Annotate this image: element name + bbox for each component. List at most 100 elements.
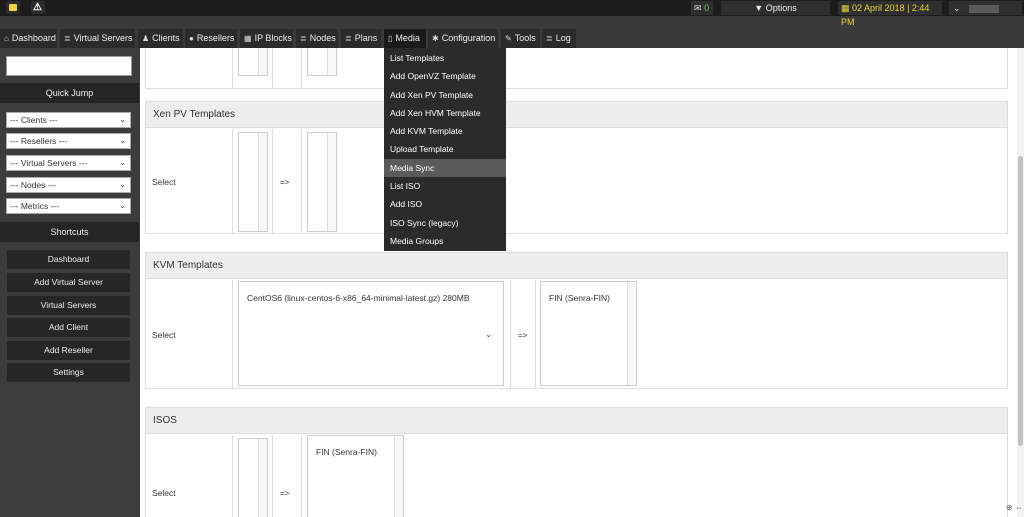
menu-add-xen-hvm-template[interactable]: Add Xen HVM Template — [384, 104, 506, 122]
mail-button[interactable]: ✉ 0 — [691, 1, 713, 15]
cell-divider — [301, 48, 302, 88]
listbox-scrollbar[interactable] — [258, 48, 267, 75]
select-value: --- Nodes --- — [10, 180, 57, 190]
xen-pv-select-label: Select — [152, 177, 176, 187]
main-nav: ⌂ Dashboard ≣ Virtual Servers ♟ Clients ● Re… — [0, 27, 1024, 48]
isos-target-option[interactable]: FIN (Senra-FIN) — [316, 447, 377, 457]
listbox-scrollbar[interactable] — [258, 439, 267, 517]
list-icon: ≣ — [345, 34, 352, 43]
virtual-servers-select[interactable]: --- Virtual Servers --- ⌄ — [6, 155, 131, 171]
nav-label: Dashboard — [11, 33, 56, 43]
nav-dashboard[interactable]: ⌂ Dashboard — [0, 29, 57, 48]
nav-label: Plans — [354, 33, 378, 43]
kvm-source-option[interactable]: CentOS6 (linux-centos-6-x86_64-minimal-l… — [247, 293, 470, 303]
nav-label: Configuration — [441, 33, 496, 43]
cell-divider — [535, 280, 536, 388]
nav-nodes[interactable]: ≣ Nodes — [296, 29, 338, 48]
kvm-target-option[interactable]: FIN (Senra-FIN) — [549, 293, 610, 303]
shortcut-add-reseller[interactable]: Add Reseller — [7, 341, 130, 360]
warning-icon[interactable]: ⚠ — [31, 1, 45, 14]
kvm-source-select[interactable]: CentOS6 (linux-centos-6-x86_64-minimal-l… — [238, 281, 504, 386]
media-dropdown-menu: List Templates Add OpenVZ Template Add X… — [384, 48, 506, 251]
chevron-down-icon: ⌄ — [119, 115, 126, 124]
chevron-down-icon: ⌄ — [119, 201, 126, 210]
user-menu[interactable]: ⌄ — [949, 1, 1022, 15]
listbox-scrollbar[interactable] — [394, 436, 403, 517]
listbox-scrollbar[interactable] — [327, 48, 336, 75]
clients-select[interactable]: --- Clients --- ⌄ — [6, 112, 131, 128]
nav-configuration[interactable]: ✱ Configuration — [428, 29, 498, 48]
menu-add-xen-pv-template[interactable]: Add Xen PV Template — [384, 86, 506, 104]
nodes-select[interactable]: --- Nodes --- ⌄ — [6, 177, 131, 193]
isos-target-listbox[interactable]: FIN (Senra-FIN) — [307, 435, 404, 517]
menu-upload-template[interactable]: Upload Template — [384, 140, 506, 158]
chevron-down-icon: ⌄ — [953, 3, 961, 13]
date-text: 02 April 2018 | 2:44 PM — [841, 3, 930, 27]
isos-source-listbox[interactable] — [238, 438, 268, 517]
sidebar: Quick Jump --- Clients --- ⌄ --- Reseller… — [0, 48, 139, 517]
arrow-label: => — [280, 489, 290, 498]
page-scrollbar[interactable] — [1017, 48, 1024, 517]
isos-select-label: Select — [152, 488, 176, 498]
nav-plans[interactable]: ≣ Plans — [341, 29, 381, 48]
menu-media-groups[interactable]: Media Groups — [384, 232, 506, 250]
menu-add-kvm-template[interactable]: Add KVM Template — [384, 122, 506, 140]
shortcut-add-client[interactable]: Add Client — [7, 318, 130, 337]
nav-label: Nodes — [309, 33, 336, 43]
scrollbar-thumb[interactable] — [1018, 156, 1023, 446]
listbox-scrollbar[interactable] — [258, 133, 267, 231]
listbox-scrollbar[interactable] — [627, 282, 636, 385]
shortcut-dashboard[interactable]: Dashboard — [7, 250, 130, 269]
xen-pv-target-listbox[interactable] — [307, 132, 337, 232]
nav-tools[interactable]: ✎ Tools — [501, 29, 540, 48]
nav-resellers[interactable]: ● Resellers — [185, 29, 237, 48]
menu-add-openvz-template[interactable]: Add OpenVZ Template — [384, 67, 506, 85]
kvm-target-listbox[interactable]: FIN (Senra-FIN) — [540, 281, 637, 386]
options-button[interactable]: ▼ Options — [721, 1, 830, 15]
nav-ip-blocks[interactable]: ▦ IP Blocks — [240, 29, 293, 48]
chevron-down-icon: ⌄ — [119, 180, 126, 189]
shortcut-settings[interactable]: Settings — [7, 363, 130, 382]
shortcut-virtual-servers[interactable]: Virtual Servers — [7, 296, 130, 315]
kvm-title: KVM Templates — [146, 253, 1007, 279]
cell-divider — [272, 435, 273, 517]
chevron-down-icon: ⌄ — [119, 158, 126, 167]
listbox-scrollbar[interactable] — [327, 133, 336, 231]
nav-label: Clients — [152, 33, 180, 43]
grid-icon: ▦ — [244, 34, 252, 43]
kvm-select-label: Select — [152, 330, 176, 340]
select-value: --- Resellers --- — [10, 136, 68, 146]
xen-pv-panel: Xen PV Templates Select => — [145, 101, 1008, 234]
date-display: ▦ 02 April 2018 | 2:44 PM — [838, 1, 942, 27]
nav-log[interactable]: ≣ Log — [542, 29, 576, 48]
resellers-select[interactable]: --- Resellers --- ⌄ — [6, 133, 131, 149]
cell-divider — [232, 48, 233, 88]
xen-pv-source-listbox[interactable] — [238, 132, 268, 232]
chevron-down-icon: ⌄ — [485, 330, 492, 339]
quick-jump-input[interactable] — [6, 56, 132, 76]
target-listbox[interactable] — [307, 48, 337, 76]
nav-media[interactable]: ▯ Media — [384, 29, 426, 48]
options-label: Options — [765, 3, 797, 13]
menu-list-iso[interactable]: List ISO — [384, 177, 506, 195]
list-icon: ≣ — [300, 34, 307, 43]
chevron-down-icon: ⌄ — [119, 136, 126, 145]
menu-list-templates[interactable]: List Templates — [384, 49, 506, 67]
isos-row: Select => FIN (Senra-FIN) — [146, 435, 1007, 517]
sticky-note-icon[interactable] — [6, 1, 20, 14]
list-icon: ≣ — [546, 34, 553, 43]
kvm-panel: KVM Templates Select CentOS6 (linux-cent… — [145, 252, 1008, 389]
menu-iso-sync-legacy[interactable]: ISO Sync (legacy) — [384, 214, 506, 232]
quick-jump-header: Quick Jump — [0, 83, 139, 103]
menu-add-iso[interactable]: Add ISO — [384, 195, 506, 213]
shortcut-add-virtual-server[interactable]: Add Virtual Server — [7, 273, 130, 292]
nav-clients[interactable]: ♟ Clients — [138, 29, 183, 48]
source-listbox[interactable] — [238, 48, 268, 76]
list-icon: ≣ — [64, 34, 71, 43]
menu-media-sync[interactable]: Media Sync — [384, 158, 506, 178]
user-icon: ● — [189, 34, 194, 43]
nav-virtual-servers[interactable]: ≣ Virtual Servers — [60, 29, 135, 48]
shortcuts-header: Shortcuts — [0, 222, 139, 242]
envelope-icon: ✉ — [694, 3, 702, 13]
metrics-select[interactable]: --- Metrics --- ⌄ — [6, 198, 131, 214]
